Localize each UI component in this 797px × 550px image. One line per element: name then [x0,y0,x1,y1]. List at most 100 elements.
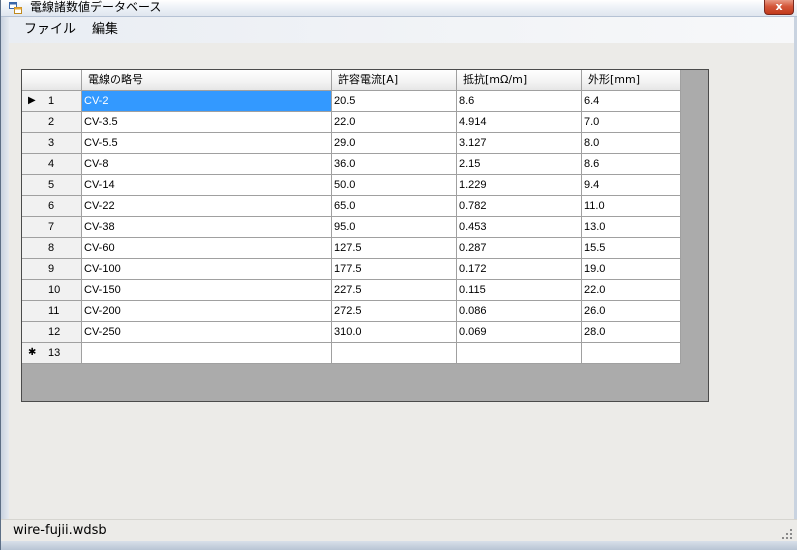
cell-wire-code[interactable]: CV-250 [82,322,332,343]
cell-outer-diameter[interactable]: 22.0 [582,280,681,301]
status-bar: wire-fujii.wdsb [1,519,797,541]
cell-wire-code[interactable]: CV-5.5 [82,133,332,154]
cell-allowable-current[interactable]: 272.5 [332,301,457,322]
cell-outer-diameter[interactable]: 8.6 [582,154,681,175]
table-row[interactable]: 10 CV-150 227.5 0.115 22.0 [22,280,681,301]
cell-allowable-current[interactable]: 36.0 [332,154,457,175]
cell-allowable-current[interactable]: 50.0 [332,175,457,196]
cell-wire-code[interactable]: CV-150 [82,280,332,301]
data-grid[interactable]: 電線の略号 許容電流[A] 抵抗[mΩ/m] 外形[mm] ▶ 1 CV-2 20.5… [21,69,709,402]
cell-allowable-current[interactable]: 127.5 [332,238,457,259]
cell-outer-diameter[interactable]: 13.0 [582,217,681,238]
table-row[interactable]: 4 CV-8 36.0 2.15 8.6 [22,154,681,175]
cell-resistance[interactable]: 0.172 [457,259,582,280]
cell-wire-code[interactable]: CV-60 [82,238,332,259]
row-header[interactable]: 8 [22,238,82,259]
column-header-outer-diameter[interactable]: 外形[mm] [582,70,681,91]
row-header[interactable]: ▶ 1 [22,91,82,112]
cell-wire-code[interactable]: CV-38 [82,217,332,238]
cell-resistance[interactable]: 0.069 [457,322,582,343]
cell-outer-diameter[interactable]: 6.4 [582,91,681,112]
cell-resistance[interactable]: 4.914 [457,112,582,133]
cell-allowable-current[interactable]: 20.5 [332,91,457,112]
cell-allowable-current[interactable]: 227.5 [332,280,457,301]
row-number: 1 [48,95,55,107]
grid-new-row[interactable]: ✱ 13 [22,343,681,364]
cell-wire-code[interactable]: CV-22 [82,196,332,217]
cell-outer-diameter[interactable]: 15.5 [582,238,681,259]
row-number: 5 [48,179,55,191]
grid-corner-header[interactable] [22,70,82,91]
cell-outer-diameter[interactable]: 28.0 [582,322,681,343]
column-header-allowable-current[interactable]: 許容電流[A] [332,70,457,91]
cell-resistance[interactable]: 8.6 [457,91,582,112]
row-header[interactable]: 12 [22,322,82,343]
table-row[interactable]: 9 CV-100 177.5 0.172 19.0 [22,259,681,280]
cell-resistance[interactable]: 0.287 [457,238,582,259]
row-header[interactable]: 6 [22,196,82,217]
row-number: 7 [48,221,55,233]
table-row[interactable]: 8 CV-60 127.5 0.287 15.5 [22,238,681,259]
cell-outer-diameter[interactable]: 11.0 [582,196,681,217]
main-window: 電線諸数値データベース x ファイル 編集 電線の略号 許容電流[A] 抵抗[m… [0,0,797,550]
cell-wire-code[interactable]: CV-8 [82,154,332,175]
app-window-icon[interactable] [9,2,22,14]
table-row[interactable]: 7 CV-38 95.0 0.453 13.0 [22,217,681,238]
cell-resistance[interactable]: 3.127 [457,133,582,154]
table-row[interactable]: 5 CV-14 50.0 1.229 9.4 [22,175,681,196]
row-number: 11 [48,305,60,317]
window-frame-bottom [1,541,797,550]
cell-outer-diameter[interactable] [582,343,681,364]
cell-allowable-current[interactable]: 22.0 [332,112,457,133]
cell-outer-diameter[interactable]: 8.0 [582,133,681,154]
table-row[interactable]: 6 CV-22 65.0 0.782 11.0 [22,196,681,217]
row-number: 9 [48,263,55,275]
cell-resistance[interactable] [457,343,582,364]
row-header[interactable]: 11 [22,301,82,322]
window-frame-left [1,17,9,519]
cell-outer-diameter[interactable]: 9.4 [582,175,681,196]
cell-outer-diameter[interactable]: 19.0 [582,259,681,280]
row-header[interactable]: 5 [22,175,82,196]
menu-file[interactable]: ファイル [24,22,76,38]
resize-grip-icon[interactable] [781,528,793,540]
table-row[interactable]: ▶ 1 CV-2 20.5 8.6 6.4 [22,91,681,112]
row-header[interactable]: 3 [22,133,82,154]
window-title: 電線諸数値データベース [30,0,162,14]
table-row[interactable]: 12 CV-250 310.0 0.069 28.0 [22,322,681,343]
table-row[interactable]: 11 CV-200 272.5 0.086 26.0 [22,301,681,322]
row-header[interactable]: 9 [22,259,82,280]
cell-wire-code[interactable]: CV-200 [82,301,332,322]
cell-outer-diameter[interactable]: 7.0 [582,112,681,133]
column-header-resistance[interactable]: 抵抗[mΩ/m] [457,70,582,91]
cell-allowable-current[interactable]: 310.0 [332,322,457,343]
cell-resistance[interactable]: 2.15 [457,154,582,175]
cell-outer-diameter[interactable]: 26.0 [582,301,681,322]
close-button[interactable]: x [764,0,794,15]
title-bar[interactable]: 電線諸数値データベース x [1,0,797,17]
cell-resistance[interactable]: 0.453 [457,217,582,238]
row-header[interactable]: 10 [22,280,82,301]
cell-wire-code[interactable]: CV-2 [82,91,332,112]
table-row[interactable]: 3 CV-5.5 29.0 3.127 8.0 [22,133,681,154]
row-header[interactable]: 7 [22,217,82,238]
cell-wire-code[interactable]: CV-3.5 [82,112,332,133]
cell-allowable-current[interactable]: 177.5 [332,259,457,280]
cell-allowable-current[interactable] [332,343,457,364]
row-header[interactable]: ✱ 13 [22,343,82,364]
cell-resistance[interactable]: 0.782 [457,196,582,217]
cell-resistance[interactable]: 0.115 [457,280,582,301]
table-row[interactable]: 2 CV-3.5 22.0 4.914 7.0 [22,112,681,133]
cell-resistance[interactable]: 1.229 [457,175,582,196]
menu-edit[interactable]: 編集 [92,22,118,38]
column-header-wire-code[interactable]: 電線の略号 [82,70,332,91]
cell-allowable-current[interactable]: 95.0 [332,217,457,238]
cell-resistance[interactable]: 0.086 [457,301,582,322]
cell-wire-code[interactable]: CV-14 [82,175,332,196]
cell-allowable-current[interactable]: 65.0 [332,196,457,217]
cell-wire-code[interactable] [82,343,332,364]
row-header[interactable]: 4 [22,154,82,175]
cell-allowable-current[interactable]: 29.0 [332,133,457,154]
row-header[interactable]: 2 [22,112,82,133]
cell-wire-code[interactable]: CV-100 [82,259,332,280]
